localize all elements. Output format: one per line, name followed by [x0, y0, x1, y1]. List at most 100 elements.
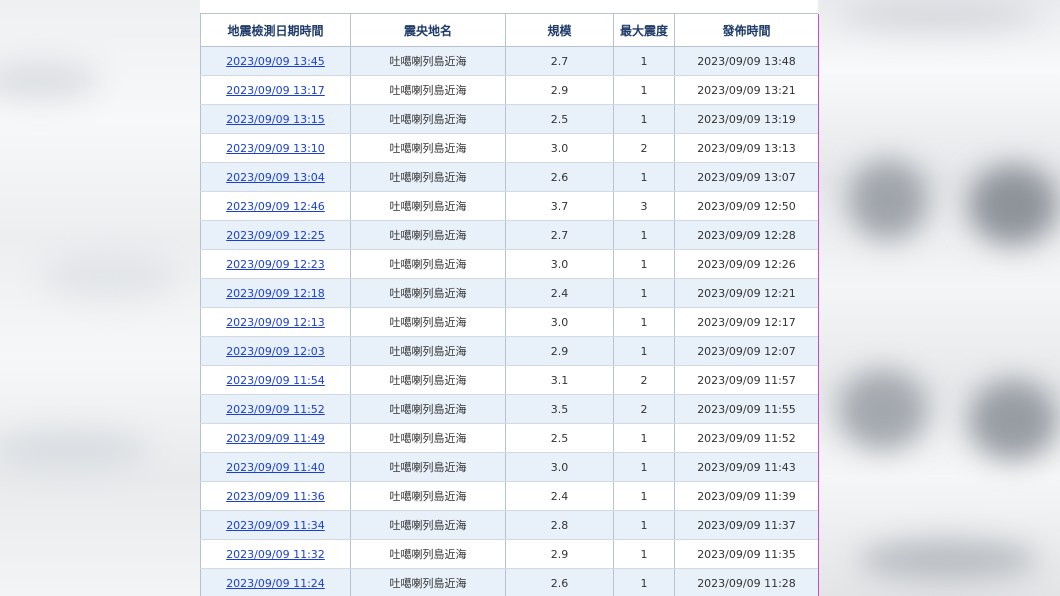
detect-time-cell: 2023/09/09 11:36	[200, 481, 351, 511]
publish-time-cell: 2023/09/09 13:13	[674, 133, 818, 163]
detect-time-link[interactable]: 2023/09/09 12:25	[226, 229, 325, 242]
detect-time-link[interactable]: 2023/09/09 11:49	[226, 432, 325, 445]
publish-time-cell: 2023/09/09 11:55	[674, 394, 818, 424]
blurred-background-left	[0, 0, 200, 596]
detect-time-link[interactable]: 2023/09/09 13:04	[226, 171, 325, 184]
detect-time-cell: 2023/09/09 12:03	[200, 336, 351, 366]
publish-time-cell: 2023/09/09 12:50	[674, 191, 818, 221]
epicenter-cell: 吐噶喇列島近海	[350, 278, 506, 308]
epicenter-cell: 吐噶喇列島近海	[350, 336, 506, 366]
intensity-cell: 1	[613, 510, 675, 540]
detect-time-link[interactable]: 2023/09/09 12:03	[226, 345, 325, 358]
intensity-cell: 1	[613, 336, 675, 366]
table-body: 2023/09/09 13:45 吐噶喇列島近海 2.7 1 2023/09/09 13…	[200, 46, 818, 596]
magnitude-cell: 2.8	[505, 510, 614, 540]
intensity-cell: 1	[613, 568, 675, 596]
detect-time-link[interactable]: 2023/09/09 12:23	[226, 258, 325, 271]
table-row: 2023/09/09 12:03 吐噶喇列島近海 2.9 1 2023/09/09 12…	[200, 336, 818, 366]
intensity-cell: 1	[613, 307, 675, 337]
detect-time-link[interactable]: 2023/09/09 11:34	[226, 519, 325, 532]
detect-time-link[interactable]: 2023/09/09 11:24	[226, 577, 325, 590]
magnitude-cell: 3.7	[505, 191, 614, 221]
detect-time-cell: 2023/09/09 13:10	[200, 133, 351, 163]
epicenter-cell: 吐噶喇列島近海	[350, 394, 506, 424]
table-row: 2023/09/09 11:52 吐噶喇列島近海 3.5 2 2023/09/09 11…	[200, 394, 818, 424]
epicenter-cell: 吐噶喇列島近海	[350, 568, 506, 596]
intensity-cell: 1	[613, 249, 675, 279]
detect-time-cell: 2023/09/09 12:25	[200, 220, 351, 250]
publish-time-cell: 2023/09/09 11:52	[674, 423, 818, 453]
detect-time-link[interactable]: 2023/09/09 11:54	[226, 374, 325, 387]
intensity-cell: 1	[613, 162, 675, 192]
table-row: 2023/09/09 11:32 吐噶喇列島近海 2.9 1 2023/09/09 11…	[200, 539, 818, 569]
magnitude-cell: 2.5	[505, 423, 614, 453]
detect-time-cell: 2023/09/09 11:54	[200, 365, 351, 395]
intensity-cell: 1	[613, 278, 675, 308]
magnitude-cell: 3.0	[505, 452, 614, 482]
table-row: 2023/09/09 11:34 吐噶喇列島近海 2.8 1 2023/09/09 11…	[200, 510, 818, 540]
detect-time-link[interactable]: 2023/09/09 12:18	[226, 287, 325, 300]
epicenter-cell: 吐噶喇列島近海	[350, 365, 506, 395]
epicenter-cell: 吐噶喇列島近海	[350, 75, 506, 105]
publish-time-cell: 2023/09/09 11:39	[674, 481, 818, 511]
header-magnitude: 規模	[505, 14, 614, 47]
intensity-cell: 3	[613, 191, 675, 221]
detect-time-link[interactable]: 2023/09/09 11:52	[226, 403, 325, 416]
intensity-cell: 2	[613, 133, 675, 163]
magnitude-cell: 2.7	[505, 46, 614, 76]
table-row: 2023/09/09 11:49 吐噶喇列島近海 2.5 1 2023/09/09 11…	[200, 423, 818, 453]
table-row: 2023/09/09 13:15 吐噶喇列島近海 2.5 1 2023/09/09 13…	[200, 104, 818, 134]
publish-time-cell: 2023/09/09 12:07	[674, 336, 818, 366]
intensity-cell: 1	[613, 46, 675, 76]
magnitude-cell: 2.7	[505, 220, 614, 250]
publish-time-cell: 2023/09/09 12:26	[674, 249, 818, 279]
detect-time-cell: 2023/09/09 12:13	[200, 307, 351, 337]
detect-time-link[interactable]: 2023/09/09 11:36	[226, 490, 325, 503]
table-row: 2023/09/09 12:23 吐噶喇列島近海 3.0 1 2023/09/09 12…	[200, 249, 818, 279]
magnitude-cell: 3.1	[505, 365, 614, 395]
detect-time-link[interactable]: 2023/09/09 11:40	[226, 461, 325, 474]
earthquake-table: 地震檢測日期時間 震央地名 規模 最大震度 發佈時間 2023/09/09 13…	[200, 14, 818, 596]
detect-time-cell: 2023/09/09 11:49	[200, 423, 351, 453]
magnitude-cell: 2.4	[505, 278, 614, 308]
publish-time-cell: 2023/09/09 13:21	[674, 75, 818, 105]
detect-time-cell: 2023/09/09 11:52	[200, 394, 351, 424]
epicenter-cell: 吐噶喇列島近海	[350, 46, 506, 76]
header-max-intensity: 最大震度	[613, 14, 675, 47]
detect-time-link[interactable]: 2023/09/09 13:15	[226, 113, 325, 126]
detect-time-cell: 2023/09/09 12:18	[200, 278, 351, 308]
epicenter-cell: 吐噶喇列島近海	[350, 191, 506, 221]
magnitude-cell: 2.9	[505, 539, 614, 569]
table-row: 2023/09/09 12:18 吐噶喇列島近海 2.4 1 2023/09/09 12…	[200, 278, 818, 308]
magnitude-cell: 2.5	[505, 104, 614, 134]
detect-time-link[interactable]: 2023/09/09 12:46	[226, 200, 325, 213]
publish-time-cell: 2023/09/09 13:07	[674, 162, 818, 192]
detect-time-link[interactable]: 2023/09/09 13:45	[226, 55, 325, 68]
epicenter-cell: 吐噶喇列島近海	[350, 481, 506, 511]
detect-time-link[interactable]: 2023/09/09 13:17	[226, 84, 325, 97]
detect-time-link[interactable]: 2023/09/09 13:10	[226, 142, 325, 155]
intensity-cell: 2	[613, 365, 675, 395]
table-row: 2023/09/09 11:40 吐噶喇列島近海 3.0 1 2023/09/09 11…	[200, 452, 818, 482]
detect-time-link[interactable]: 2023/09/09 11:32	[226, 548, 325, 561]
publish-time-cell: 2023/09/09 11:35	[674, 539, 818, 569]
epicenter-cell: 吐噶喇列島近海	[350, 104, 506, 134]
detect-time-cell: 2023/09/09 13:15	[200, 104, 351, 134]
table-row: 2023/09/09 12:25 吐噶喇列島近海 2.7 1 2023/09/09 12…	[200, 220, 818, 250]
intensity-cell: 1	[613, 423, 675, 453]
table-row: 2023/09/09 12:13 吐噶喇列島近海 3.0 1 2023/09/09 12…	[200, 307, 818, 337]
detect-time-link[interactable]: 2023/09/09 12:13	[226, 316, 325, 329]
detect-time-cell: 2023/09/09 12:46	[200, 191, 351, 221]
detect-time-cell: 2023/09/09 12:23	[200, 249, 351, 279]
detect-time-cell: 2023/09/09 11:34	[200, 510, 351, 540]
magnitude-cell: 2.9	[505, 75, 614, 105]
intensity-cell: 1	[613, 220, 675, 250]
epicenter-cell: 吐噶喇列島近海	[350, 307, 506, 337]
magnitude-cell: 2.9	[505, 336, 614, 366]
publish-time-cell: 2023/09/09 12:21	[674, 278, 818, 308]
epicenter-cell: 吐噶喇列島近海	[350, 510, 506, 540]
detect-time-cell: 2023/09/09 11:40	[200, 452, 351, 482]
table-row: 2023/09/09 11:54 吐噶喇列島近海 3.1 2 2023/09/09 11…	[200, 365, 818, 395]
table-header-row: 地震檢測日期時間 震央地名 規模 最大震度 發佈時間	[200, 14, 818, 47]
magnitude-cell: 3.0	[505, 133, 614, 163]
